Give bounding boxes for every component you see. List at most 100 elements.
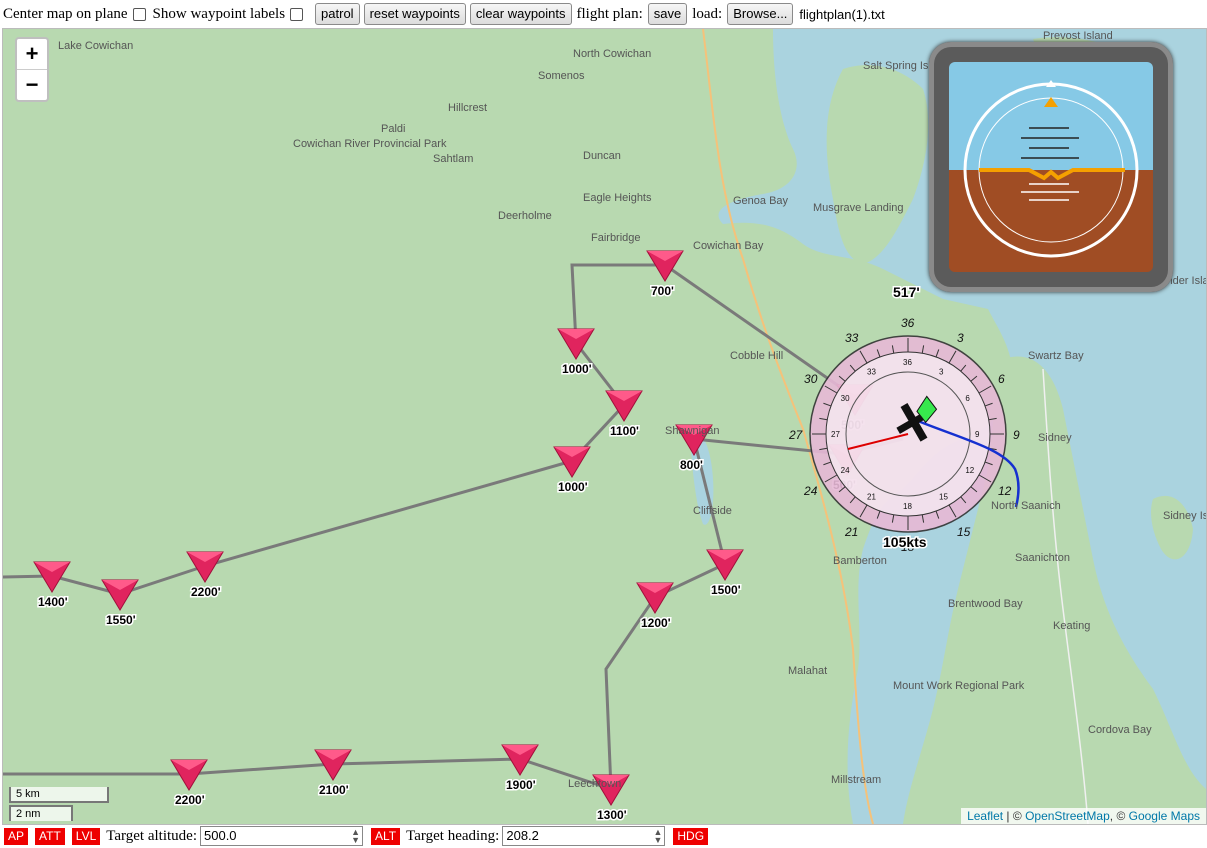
waypoint-label: 1300' [597, 808, 627, 822]
compass-inner-label: 27 [831, 430, 840, 439]
waypoint-marker[interactable]: 2200' [170, 759, 208, 809]
waypoint-label: 2200' [191, 585, 221, 599]
waypoint-label: 1500' [711, 583, 741, 597]
compass-inner-label: 6 [965, 394, 970, 403]
speed-readout: 105kts [883, 534, 927, 550]
compass-outer-label: 33 [845, 331, 859, 345]
target-heading-label: Target heading: [406, 827, 500, 844]
alt-button[interactable]: ALT [371, 827, 401, 845]
place-label: Shawnigan [665, 425, 719, 437]
waypoint-marker[interactable]: 1000' [557, 328, 595, 378]
waypoint-label: 1400' [38, 595, 68, 609]
compass-inner-label: 18 [903, 502, 912, 511]
compass-outer-label: 3 [957, 331, 964, 345]
place-label: Keating [1053, 620, 1090, 632]
waypoint-label: 2100' [319, 783, 349, 797]
attribution-sep: | © [1003, 809, 1026, 823]
patrol-button[interactable]: patrol [315, 3, 360, 25]
place-label: Somenos [538, 70, 585, 82]
compass-outer-label: 9 [1013, 428, 1020, 442]
center-map-checkbox[interactable] [132, 7, 146, 21]
place-label: Cowichan Bay [693, 240, 764, 252]
place-label: Sahtlam [433, 153, 473, 165]
map-attribution: Leaflet | © OpenStreetMap, © Google Maps [961, 808, 1206, 824]
waypoints-layer: 700' 1000' 1100' 1000' 2200' 1550' 1400' 800' 15… [33, 250, 874, 824]
show-labels-label: Show waypoint labels [152, 5, 286, 22]
waypoint-marker[interactable]: 1100' [605, 390, 643, 440]
place-label: Sidney [1038, 432, 1072, 444]
osm-link[interactable]: OpenStreetMap [1025, 809, 1110, 823]
place-label: Prevost Island [1043, 30, 1113, 42]
place-label: Cowichan River Provincial Park [293, 138, 447, 150]
place-label: North Saanich [991, 500, 1061, 512]
compass-outer-label: 36 [901, 316, 915, 330]
waypoint-label: 1000' [562, 362, 592, 376]
target-altitude-label: Target altitude: [106, 827, 197, 844]
place-label: Mount Work Regional Park [893, 680, 1025, 692]
place-label: Leechtown [568, 778, 621, 790]
reset-waypoints-button[interactable]: reset waypoints [363, 3, 466, 25]
place-label: Malahat [788, 665, 827, 677]
target-altitude-input[interactable]: 500.0 ▲ ▼ [200, 826, 363, 846]
waypoint-label: 1550' [106, 613, 136, 627]
compass-inner-label: 15 [939, 492, 948, 501]
ap-button[interactable]: AP [4, 827, 29, 845]
target-heading-input[interactable]: 208.2 ▲ ▼ [502, 826, 666, 846]
altitude-readout: 517' [893, 284, 920, 300]
waypoint-marker[interactable]: 2200' [186, 551, 224, 601]
map[interactable]: 700' 1000' 1100' 1000' 2200' 1550' 1400' 800' 15… [2, 28, 1207, 825]
spinner-icon[interactable]: ▲ ▼ [653, 828, 662, 845]
place-label: Lake Cowichan [58, 40, 133, 52]
place-label: Cliffside [693, 505, 732, 517]
att-button[interactable]: ATT [35, 827, 65, 845]
clear-waypoints-button[interactable]: clear waypoints [469, 3, 572, 25]
place-label: Duncan [583, 150, 621, 162]
compass-outer-label: 12 [998, 484, 1012, 498]
place-label: Paldi [381, 123, 405, 135]
compass-outer-label: 24 [803, 484, 818, 498]
save-button[interactable]: save [647, 3, 688, 25]
place-label: Swartz Bay [1028, 350, 1084, 362]
zoom-out-button[interactable]: − [17, 70, 47, 100]
attitude-indicator-face [949, 62, 1153, 272]
flight-path [3, 263, 904, 792]
zoom-in-button[interactable]: + [17, 39, 47, 70]
leaflet-link[interactable]: Leaflet [967, 809, 1003, 823]
file-name: flightplan(1).txt [799, 6, 885, 22]
browse-button[interactable]: Browse... [727, 3, 794, 25]
place-label: Millstream [831, 774, 881, 786]
lvl-button[interactable]: LVL [71, 827, 101, 845]
target-altitude-value: 500.0 [204, 828, 237, 843]
place-label: Brentwood Bay [948, 598, 1023, 610]
compass-inner-label: 30 [841, 394, 850, 403]
waypoint-marker[interactable]: 1550' [101, 579, 139, 629]
place-label: Cobble Hill [730, 350, 783, 362]
waypoint-label: 1000' [558, 480, 588, 494]
compass-inner-label: 24 [841, 466, 850, 475]
place-label: Saanichton [1015, 552, 1070, 564]
scale-nm: 2 nm [9, 805, 73, 821]
place-label: Sidney Island [1163, 510, 1206, 522]
waypoint-marker[interactable]: 1400' [33, 561, 71, 611]
waypoint-marker[interactable]: 1900' [501, 744, 539, 794]
compass-inner-label: 12 [965, 466, 974, 475]
attitude-indicator [929, 42, 1173, 292]
waypoint-marker[interactable]: 2100' [314, 749, 352, 799]
waypoint-marker[interactable]: 1200' [636, 582, 674, 632]
waypoint-label: 1100' [610, 424, 639, 438]
center-map-label: Center map on plane [3, 5, 128, 22]
zoom-control: + − [15, 37, 49, 102]
compass-outer-label: 27 [788, 428, 804, 442]
waypoint-marker[interactable]: 1000' [553, 446, 591, 496]
place-label: Deerholme [498, 210, 552, 222]
google-maps-link[interactable]: Google Maps [1129, 809, 1200, 823]
hdg-button[interactable]: HDG [673, 827, 709, 845]
place-label: Eagle Heights [583, 192, 652, 204]
toolbar: Center map on plane Show waypoint labels… [0, 0, 1207, 28]
waypoint-label: 800' [680, 458, 703, 472]
show-labels-checkbox[interactable] [290, 7, 304, 21]
waypoint-label: 1900' [506, 778, 536, 792]
place-label: Musgrave Landing [813, 202, 904, 214]
waypoint-marker[interactable]: 1500' [706, 549, 744, 599]
spinner-icon[interactable]: ▲ ▼ [351, 828, 360, 845]
